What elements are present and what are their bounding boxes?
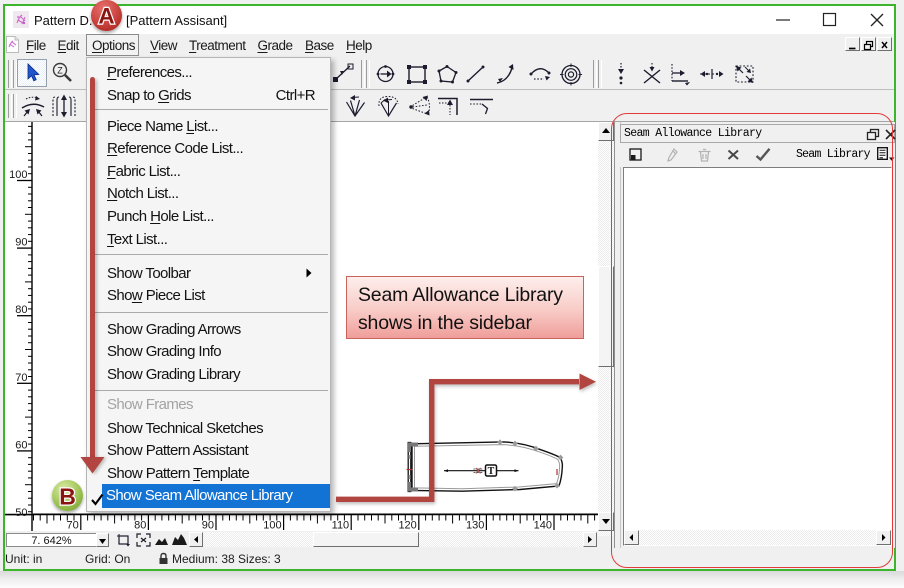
svg-text:90: 90 — [202, 520, 214, 532]
svg-text:120: 120 — [398, 520, 416, 532]
svg-text:70: 70 — [15, 372, 27, 384]
svg-text:B: B — [59, 484, 76, 510]
svg-text:80: 80 — [134, 520, 146, 532]
svg-text:130: 130 — [466, 520, 484, 532]
svg-text:80: 80 — [15, 304, 27, 316]
svg-text:100: 100 — [9, 169, 27, 181]
svg-text:70: 70 — [67, 520, 79, 532]
svg-text:100: 100 — [263, 520, 281, 532]
svg-text:90: 90 — [15, 237, 27, 249]
svg-text:110: 110 — [332, 520, 350, 532]
svg-text:Z: Z — [57, 66, 63, 76]
svg-text:A: A — [98, 4, 114, 29]
svg-text:60: 60 — [15, 439, 27, 451]
svg-text:50: 50 — [15, 507, 27, 519]
svg-text:140: 140 — [534, 520, 552, 532]
